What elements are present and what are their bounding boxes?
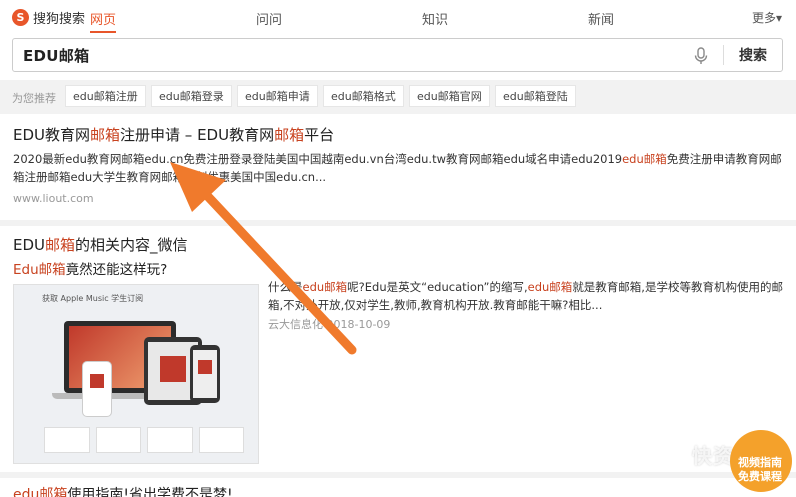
phone-screen xyxy=(193,350,217,398)
tab-knowledge[interactable]: 知识 xyxy=(422,9,448,28)
snippet-text: 2020最新edu教育网邮箱edu.cn免费注册登录登陆美国中国越南edu.vn… xyxy=(13,152,623,166)
result-source[interactable]: 云大信息化 xyxy=(268,318,323,331)
microphone-icon[interactable] xyxy=(692,47,710,65)
album-art xyxy=(160,356,186,382)
result-meta: 云大信息化 2018-10-09 xyxy=(268,316,390,332)
suggestion-chip[interactable]: edu邮箱格式 xyxy=(323,85,404,107)
album-art xyxy=(90,374,104,388)
snippet-highlight: edu邮箱 xyxy=(302,280,348,294)
thumbnail-tile xyxy=(44,427,90,453)
title-text: 平台 xyxy=(304,126,335,144)
result-title-link[interactable]: EDU邮箱的相关内容_微信 xyxy=(13,234,188,255)
thumbnail-tile xyxy=(198,427,244,453)
suggestion-chip[interactable]: edu邮箱登录 xyxy=(151,85,232,107)
search-area: EDU邮箱 搜索 xyxy=(0,34,796,80)
badge-line-2: 免费课程 xyxy=(738,470,782,483)
snippet-highlight: edu邮箱 xyxy=(622,152,667,166)
suggestion-chip[interactable]: edu邮箱官网 xyxy=(409,85,490,107)
thumbnail-tiles xyxy=(44,427,244,453)
watermark-circle xyxy=(666,442,688,464)
tab-news[interactable]: 新闻 xyxy=(588,9,614,28)
snippet-text: 呢?Edu是英文“education”的缩写, xyxy=(347,280,528,294)
microphone-icon-svg xyxy=(694,47,708,64)
title-text: 注册申请 – EDU教育网 xyxy=(120,126,275,144)
tab-web[interactable]: 网页 xyxy=(90,9,116,28)
title-highlight: edu邮箱 xyxy=(13,487,68,497)
article-thumbnail[interactable]: 获取 Apple Music 学生订阅 xyxy=(13,284,259,464)
title-highlight: 邮箱 xyxy=(274,126,305,144)
search-results-page: S 搜狗搜索 网页 问问 知识 新闻 更多▾ EDU邮箱 搜索 为您推荐 edu… xyxy=(0,0,796,497)
subtitle-highlight: Edu邮箱 xyxy=(13,262,66,278)
suggestions-row: 为您推荐 edu邮箱注册 edu邮箱登录 edu邮箱申请 edu邮箱格式 edu… xyxy=(0,80,796,114)
title-highlight: 邮箱 xyxy=(90,126,121,144)
top-navigation: S 搜狗搜索 网页 问问 知识 新闻 更多▾ xyxy=(0,0,796,34)
thumbnail-caption: 获取 Apple Music 学生订阅 xyxy=(42,294,144,303)
result-snippet: 2020最新edu教育网邮箱edu.cn免费注册登录登陆美国中国越南edu.vn… xyxy=(13,150,783,186)
thumbnail-tile xyxy=(147,427,193,453)
snippet-highlight: edu邮箱 xyxy=(527,280,573,294)
result-date: 2018-10-09 xyxy=(326,318,391,331)
more-menu[interactable]: 更多▾ xyxy=(752,9,782,26)
title-text: EDU教育网 xyxy=(13,126,91,144)
tab-wenwen[interactable]: 问问 xyxy=(256,9,282,28)
search-button[interactable]: 搜索 xyxy=(724,39,782,71)
suggestion-chip[interactable]: edu邮箱登陆 xyxy=(495,85,576,107)
active-tab-underline xyxy=(90,31,116,33)
snippet-text: 什么是 xyxy=(268,280,303,294)
result-title-link[interactable]: EDU教育网邮箱注册申请 – EDU教育网邮箱平台 xyxy=(13,124,334,145)
thumbnail-tile xyxy=(95,427,141,453)
sogou-logo-icon: S xyxy=(12,9,29,26)
result-url[interactable]: www.liout.com xyxy=(13,192,94,205)
result-subtitle-link[interactable]: Edu邮箱竟然还能这样玩? xyxy=(13,258,167,278)
phone-graphic xyxy=(190,345,220,403)
result-snippet: 什么是edu邮箱呢?Edu是英文“education”的缩写,edu邮箱就是教育… xyxy=(268,278,783,314)
suggestion-chip[interactable]: edu邮箱注册 xyxy=(65,85,146,107)
album-art xyxy=(198,360,212,374)
title-text: 使用指南!省出学费不是梦! xyxy=(67,487,233,497)
result-title-link[interactable]: edu邮箱使用指南!省出学费不是梦! xyxy=(13,484,233,497)
search-input[interactable]: EDU邮箱 xyxy=(23,45,89,66)
result-card-2: EDU邮箱的相关内容_微信 Edu邮箱竟然还能这样玩? 获取 Apple Mus… xyxy=(0,226,796,472)
result-card-3: edu邮箱使用指南!省出学费不是梦! xyxy=(0,478,796,497)
result-card-1: EDU教育网邮箱注册申请 – EDU教育网邮箱平台 2020最新edu教育网邮箱… xyxy=(0,114,796,220)
suggestion-chip[interactable]: edu邮箱申请 xyxy=(237,85,318,107)
subtitle-text: 竟然还能这样玩? xyxy=(65,262,168,278)
suggestions-label: 为您推荐 xyxy=(12,92,56,105)
title-text: 的相关内容_微信 xyxy=(75,236,188,254)
search-box: EDU邮箱 搜索 xyxy=(12,38,783,72)
phone-graphic xyxy=(82,361,112,417)
video-guide-badge[interactable]: 视频指南 免费课程 xyxy=(730,430,792,492)
sogou-logo[interactable]: S 搜狗搜索 xyxy=(12,8,85,27)
title-highlight: 邮箱 xyxy=(45,236,76,254)
title-text: EDU xyxy=(13,236,46,254)
logo-text: 搜狗搜索 xyxy=(33,12,86,27)
